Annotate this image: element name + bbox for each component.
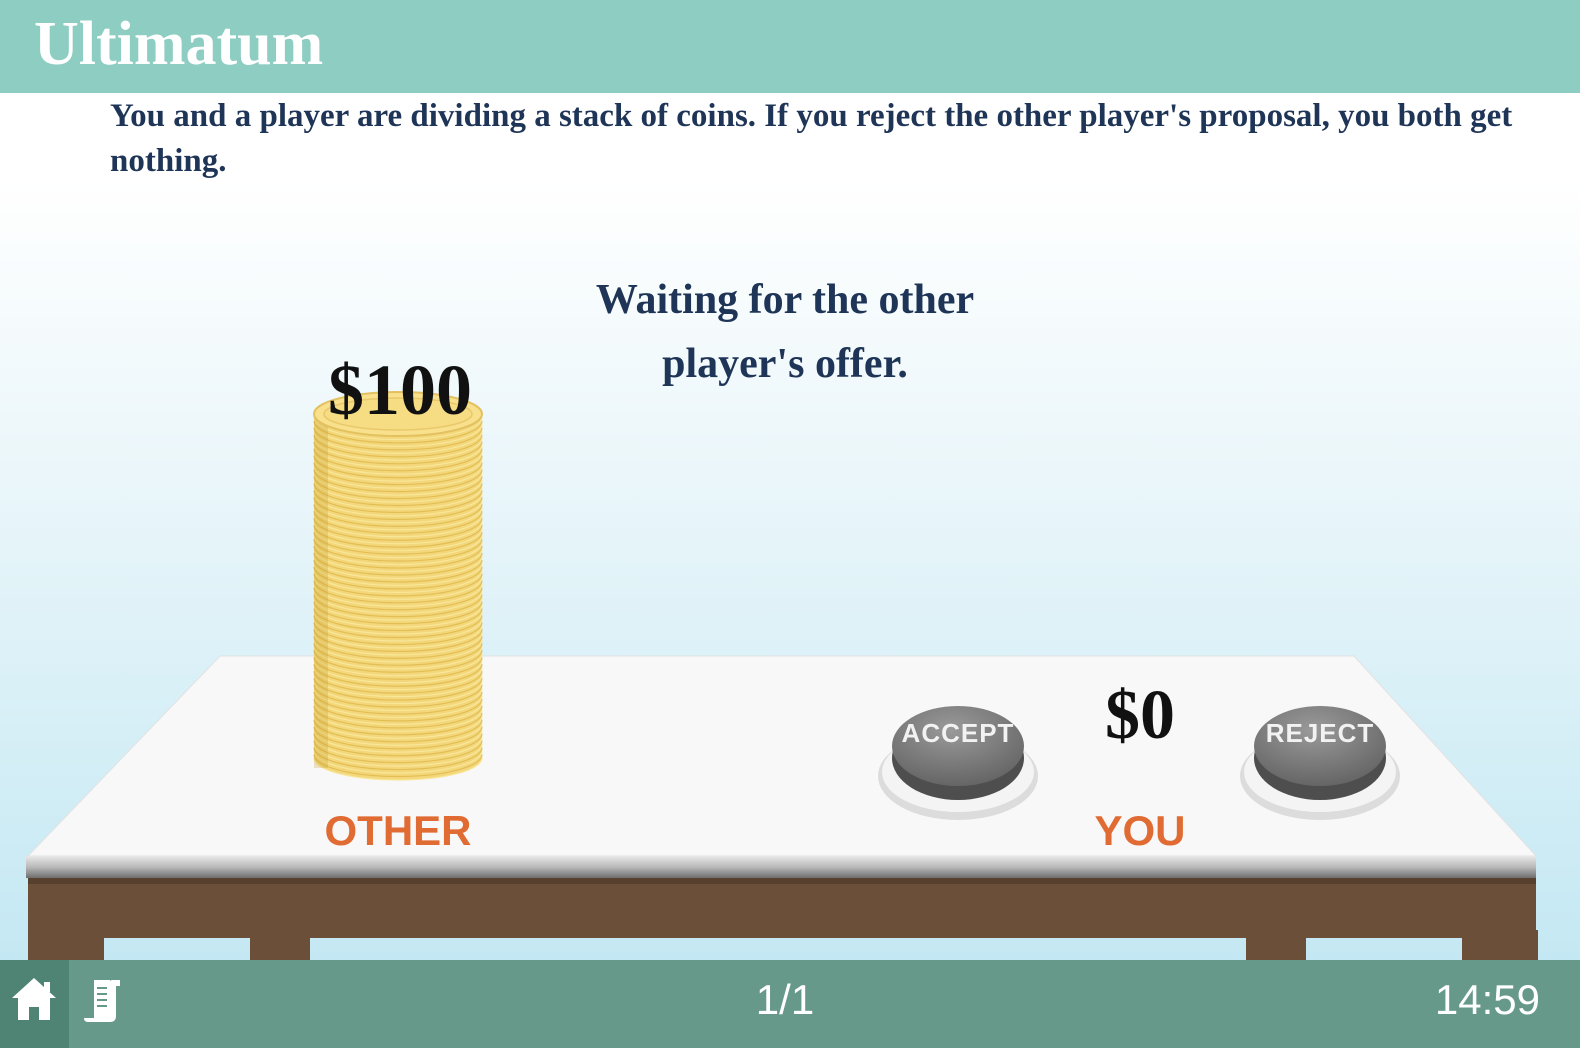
table-leg (28, 930, 104, 960)
notes-button[interactable] (76, 960, 136, 1048)
coin-stack-shade (314, 414, 328, 768)
status-message: Waiting for the other player's offer. (595, 277, 975, 387)
other-player-label: OTHER (324, 807, 472, 854)
reject-button-graphic (1240, 706, 1400, 820)
accept-button-label: ACCEPT (901, 718, 1015, 748)
footer-bar: 1/1 14:59 (0, 960, 1580, 1048)
app-title: Ultimatum (34, 10, 324, 78)
accept-button-graphic (878, 706, 1038, 820)
table-apron (28, 876, 1536, 938)
other-amount: $100 (328, 350, 472, 430)
accept-button[interactable]: ACCEPT (878, 694, 1042, 824)
instructions-text: You and a player are dividing a stack of… (110, 98, 1513, 179)
you-player-label: YOU (1094, 807, 1186, 854)
game-stage: Ultimatum You and a player are dividing … (0, 0, 1580, 1048)
header-bar: Ultimatum (0, 0, 1580, 93)
table-edge (26, 856, 1536, 878)
you-amount: $0 (1105, 677, 1175, 754)
timer: 14:59 (1434, 976, 1540, 1023)
reject-button-label: REJECT (1265, 718, 1375, 748)
page-indicator: 1/1 (755, 976, 815, 1023)
coin-stack (313, 391, 483, 781)
notes-icon (84, 980, 120, 1022)
home-button[interactable] (0, 960, 69, 1048)
home-icon (12, 978, 56, 1020)
reject-button[interactable]: REJECT (1240, 694, 1404, 824)
table-leg (1462, 930, 1538, 960)
